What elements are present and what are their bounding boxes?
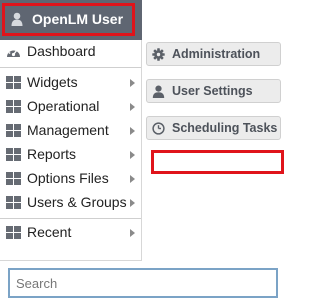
search-bar: [0, 262, 288, 304]
menu-item-management[interactable]: Management: [0, 119, 141, 143]
chevron-right-icon: [130, 79, 135, 87]
menu-item-label: Recent: [27, 224, 72, 240]
menu-item-options-files[interactable]: Options Files: [0, 167, 141, 191]
menu-divider: [0, 218, 141, 219]
grid-icon: [6, 124, 21, 138]
menu-item-label: Widgets: [27, 74, 78, 90]
menu-item-label: Operational: [27, 98, 100, 114]
user-settings-button[interactable]: User Settings: [146, 79, 281, 103]
empty-highlighted-slot: [151, 150, 284, 174]
menu-divider: [0, 67, 141, 68]
administration-button[interactable]: Administration: [146, 42, 281, 66]
chevron-right-icon: [130, 175, 135, 183]
chevron-right-icon: [130, 103, 135, 111]
grid-icon: [6, 226, 21, 240]
dashboard-icon: [7, 47, 20, 57]
gear-icon: [152, 48, 165, 61]
user-button-highlight: [2, 3, 135, 36]
scheduling-tasks-button[interactable]: Scheduling Tasks: [146, 116, 281, 140]
main-menu: Dashboard Widgets Operational Management…: [0, 40, 142, 261]
grid-icon: [6, 76, 21, 90]
chevron-right-icon: [130, 229, 135, 237]
administration-label: Administration: [172, 47, 261, 61]
scheduling-tasks-label: Scheduling Tasks: [172, 121, 278, 135]
clock-icon: [152, 122, 165, 135]
grid-icon: [6, 148, 21, 162]
menu-item-label: Options Files: [27, 170, 109, 186]
menu-item-label: Management: [27, 122, 109, 138]
menu-item-label: Dashboard: [27, 43, 96, 59]
chevron-right-icon: [130, 199, 135, 207]
menu-item-widgets[interactable]: Widgets: [0, 71, 141, 95]
menu-item-dashboard[interactable]: Dashboard: [0, 40, 141, 64]
menu-item-operational[interactable]: Operational: [0, 95, 141, 119]
menu-item-label: Users & Groups: [27, 194, 127, 210]
grid-icon: [6, 196, 21, 210]
chevron-right-icon: [130, 151, 135, 159]
menu-item-label: Reports: [27, 146, 77, 162]
grid-icon: [6, 100, 21, 114]
menu-item-reports[interactable]: Reports: [0, 143, 141, 167]
search-input[interactable]: [8, 268, 278, 298]
chevron-right-icon: [130, 127, 135, 135]
grid-icon: [6, 172, 21, 186]
menu-item-users-groups[interactable]: Users & Groups: [0, 191, 141, 215]
menu-item-recent[interactable]: Recent: [0, 221, 141, 245]
user-settings-label: User Settings: [172, 84, 253, 98]
user-icon: [152, 85, 165, 98]
